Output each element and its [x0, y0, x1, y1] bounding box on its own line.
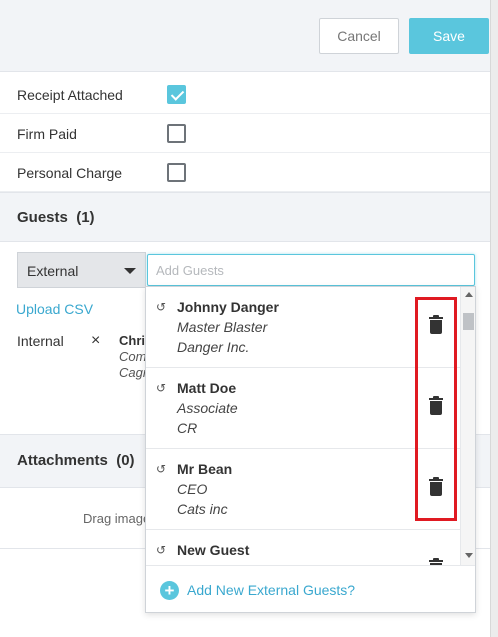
- suggestion-name: Mr Bean: [177, 461, 233, 477]
- guests-title: Guests (1): [17, 209, 95, 226]
- firm-paid-label: Firm Paid: [17, 126, 77, 142]
- suggestion-item[interactable]: ↺ Matt Doe Associate CR: [146, 368, 460, 449]
- scrollbar-thumb[interactable]: [463, 313, 474, 330]
- suggestion-name: New Guest: [177, 542, 250, 558]
- chevron-down-icon: [124, 268, 136, 274]
- personal-charge-checkbox[interactable]: [167, 163, 186, 182]
- dropdown-scrollbar[interactable]: [460, 287, 475, 565]
- add-new-external-guests-label: Add New External Guests?: [187, 582, 356, 598]
- suggestion-title: Associate: [177, 400, 238, 416]
- scroll-down-arrow-icon[interactable]: [465, 553, 473, 558]
- internal-label: Internal: [17, 333, 64, 349]
- receipt-attached-label: Receipt Attached: [17, 87, 123, 103]
- page-scrollbar[interactable]: [490, 0, 498, 637]
- suggestion-company: CR: [177, 420, 198, 436]
- personal-charge-label: Personal Charge: [17, 165, 123, 181]
- scroll-up-arrow-icon[interactable]: [465, 292, 473, 297]
- receipt-attached-checkbox[interactable]: [167, 85, 186, 104]
- history-icon: ↺: [156, 462, 167, 476]
- save-button[interactable]: Save: [409, 18, 489, 54]
- suggestion-name: Johnny Danger: [177, 299, 279, 315]
- form-header: Cancel Save: [0, 0, 490, 72]
- suggestion-title: CEO: [177, 481, 208, 497]
- suggestion-item[interactable]: ↺ New Guest: [146, 530, 460, 565]
- receipt-attached-row: Receipt Attached: [0, 76, 490, 114]
- cancel-button[interactable]: Cancel: [319, 18, 399, 54]
- remove-guest-icon[interactable]: ×: [91, 332, 100, 350]
- plus-circle-icon: +: [160, 581, 179, 600]
- guests-section-header: Guests (1): [0, 192, 490, 242]
- history-icon: ↺: [156, 381, 167, 395]
- suggestion-item[interactable]: ↺ Mr Bean CEO Cats inc: [146, 449, 460, 530]
- attachments-drop-zone-text[interactable]: Drag images here: [83, 511, 147, 526]
- history-icon: ↺: [156, 300, 167, 314]
- upload-csv-link[interactable]: Upload CSV: [16, 301, 93, 317]
- personal-charge-row: Personal Charge: [0, 154, 490, 192]
- suggestion-name: Matt Doe: [177, 380, 237, 396]
- guest-type-select[interactable]: External: [17, 252, 146, 288]
- add-new-external-guests-button[interactable]: + Add New External Guests?: [146, 565, 475, 612]
- guest-type-value: External: [27, 263, 79, 279]
- firm-paid-row: Firm Paid: [0, 115, 490, 153]
- add-guests-input[interactable]: [147, 254, 475, 286]
- guest-suggestions-list: ↺ Johnny Danger Master Blaster Danger In…: [146, 287, 460, 565]
- suggestion-item[interactable]: ↺ Johnny Danger Master Blaster Danger In…: [146, 287, 460, 368]
- suggestion-company: Cats inc: [177, 501, 228, 517]
- highlight-box: [415, 297, 457, 521]
- attachments-title: Attachments (0): [17, 452, 135, 469]
- suggestion-company: Danger Inc.: [177, 339, 250, 355]
- suggestion-title: Master Blaster: [177, 319, 268, 335]
- history-icon: ↺: [156, 543, 167, 557]
- firm-paid-checkbox[interactable]: [167, 124, 186, 143]
